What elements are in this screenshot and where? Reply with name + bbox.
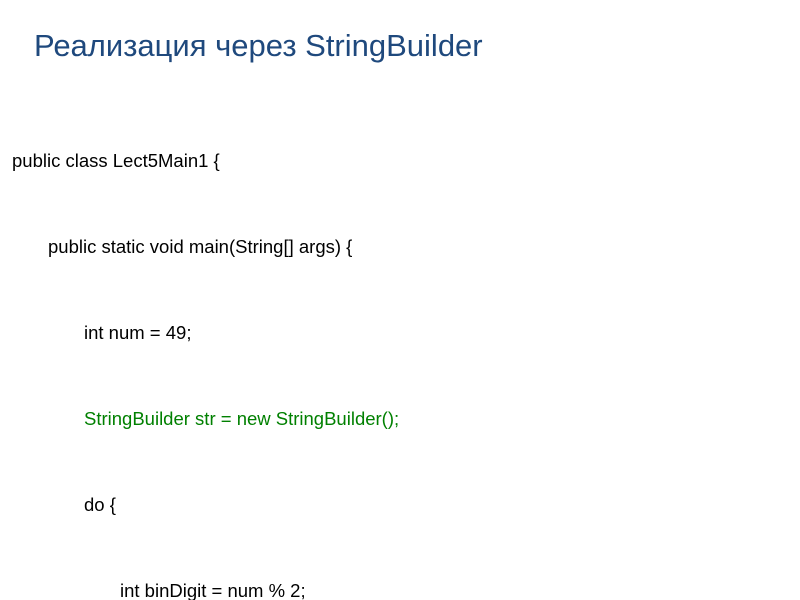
code-line: StringBuilder str = new StringBuilder(); — [12, 405, 800, 434]
slide-title: Реализация через StringBuilder — [34, 28, 800, 64]
slide: Реализация через StringBuilder public cl… — [0, 0, 800, 600]
code-block: public class Lect5Main1 { public static … — [12, 90, 800, 600]
code-line: public static void main(String[] args) { — [12, 233, 800, 262]
code-line: public class Lect5Main1 { — [12, 147, 800, 176]
code-line: do { — [12, 491, 800, 520]
code-line: int num = 49; — [12, 319, 800, 348]
code-line: int binDigit = num % 2; — [12, 577, 800, 600]
